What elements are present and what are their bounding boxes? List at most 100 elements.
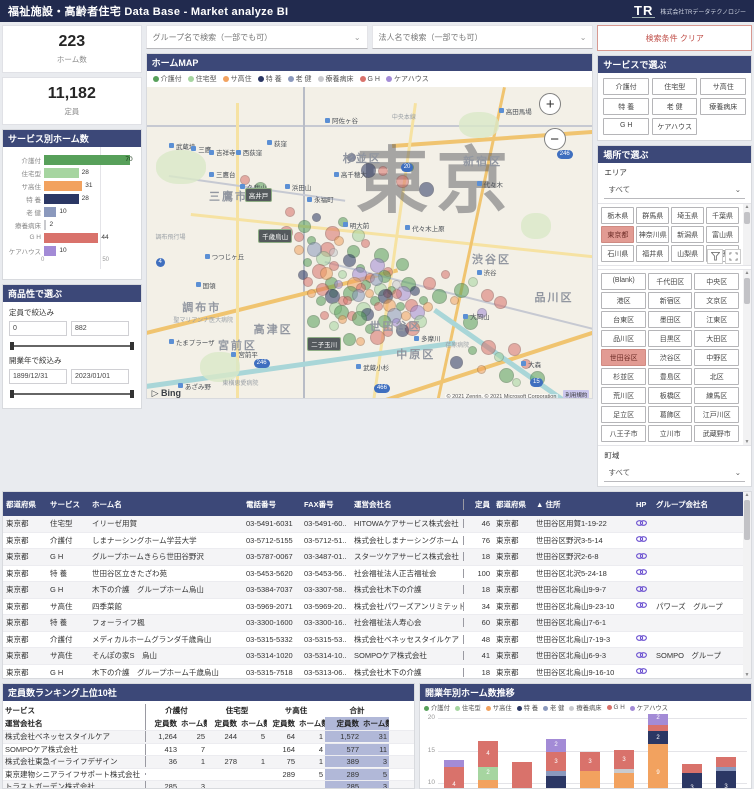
service-filter-button[interactable]: 介護付	[603, 78, 649, 95]
slider-handle-right[interactable]	[130, 390, 134, 398]
table-row[interactable]: 東京都G H木下の介護 グループホーム烏山03-5384-703703-3307…	[3, 582, 751, 599]
scroll-up-icon[interactable]: ▲	[745, 492, 750, 498]
stacked-bar[interactable]: 3	[580, 752, 600, 789]
prefecture-button[interactable]: 千葉県	[706, 207, 739, 224]
area-dropdown[interactable]: すべて ⌄	[604, 181, 745, 199]
website-link-icon[interactable]	[633, 568, 653, 578]
stacked-bar[interactable]: 3	[614, 750, 634, 789]
map-bubble-gh[interactable]	[392, 289, 402, 299]
map-bubble-tokuyo[interactable]	[450, 356, 463, 369]
municipality-button[interactable]: 練馬区	[694, 387, 739, 404]
map-bubble-jutaku[interactable]	[338, 270, 347, 279]
municipality-button[interactable]: 新宿区	[648, 292, 693, 309]
map-bubble-kaigo[interactable]	[298, 220, 311, 233]
map-bubble-sako[interactable]	[356, 337, 365, 346]
map-bubble-jutaku[interactable]	[329, 321, 339, 331]
municipality-button[interactable]: 北区	[694, 368, 739, 385]
service-filter-button[interactable]: 療養病床	[700, 98, 746, 115]
map-bubble-sako[interactable]	[338, 315, 347, 324]
focus-mode-icon[interactable]	[725, 249, 741, 264]
map-bubble-kaigo[interactable]	[352, 311, 367, 326]
map-zoom-out-button[interactable]: −	[544, 128, 566, 150]
map-bubble-gh[interactable]	[508, 343, 521, 356]
table-row[interactable]: 東京都G Hグループホームきらら世田谷野沢03-5787-006703-3487…	[3, 549, 751, 566]
table-header-cell[interactable]: 運営会社名	[351, 499, 463, 510]
opening-max-input[interactable]	[71, 369, 129, 384]
stacked-bar[interactable]: 229	[648, 714, 668, 789]
service-filter-button[interactable]: G H	[603, 118, 649, 135]
service-filter-button[interactable]: 住宅型	[652, 78, 698, 95]
map-bubble-sako[interactable]	[294, 245, 304, 255]
municipality-button[interactable]: 荒川区	[601, 387, 646, 404]
map-bubble-sako[interactable]	[450, 296, 459, 305]
map-bubble-tokuyo[interactable]	[419, 182, 434, 197]
map-bubble-gh[interactable]	[361, 239, 370, 248]
map-bubble-jutaku[interactable]	[468, 277, 478, 287]
municipality-button[interactable]: 豊島区	[648, 368, 693, 385]
website-link-icon[interactable]	[633, 667, 653, 677]
municipality-button[interactable]: 文京区	[694, 292, 739, 309]
municipality-button[interactable]: 台東区	[601, 311, 646, 328]
table-scrollbar[interactable]: ▲▼	[743, 492, 751, 678]
ranking-row[interactable]: トラストガーデン株式会社28532853	[3, 780, 414, 789]
municipality-button[interactable]: 品川区	[601, 330, 646, 347]
map-canvas[interactable]: 東京杉並区新宿区渋谷区世田谷区三鷹市調布市品川区高津区宮前区中原区武蔵境三鷹吉祥…	[147, 87, 593, 399]
map-bubble-gh[interactable]	[481, 340, 496, 355]
website-link-icon[interactable]	[633, 601, 653, 611]
table-row[interactable]: 東京都特 養世田谷区立きたざわ苑03-5453-562003-5453-56..…	[3, 566, 751, 583]
service-filter-button[interactable]: サ高住	[700, 78, 746, 95]
website-link-icon[interactable]	[633, 552, 653, 562]
capacity-max-input[interactable]	[71, 321, 129, 336]
map-bubble-sako[interactable]	[307, 289, 316, 298]
map-bubble-tokuyo[interactable]	[410, 286, 420, 296]
corp-search-combo[interactable]: 法人名で検索（一部でも可） ⌄	[372, 25, 594, 49]
municipality-button[interactable]: 港区	[601, 292, 646, 309]
map-bubble-gh[interactable]	[441, 270, 450, 279]
map-bubble-gh[interactable]	[343, 296, 352, 305]
municipality-button[interactable]: 板橋区	[648, 387, 693, 404]
bar[interactable]	[44, 194, 79, 204]
website-link-icon[interactable]	[633, 535, 653, 545]
website-link-icon[interactable]	[633, 585, 653, 595]
table-header-cell[interactable]: 都道府県	[493, 499, 533, 510]
map-zoom-in-button[interactable]: +	[539, 93, 561, 115]
stacked-bar[interactable]	[512, 762, 532, 789]
website-link-icon[interactable]	[633, 519, 653, 529]
table-row[interactable]: 東京都介護付しまナーシングホーム学芸大学03-5712-515503-5712-…	[3, 533, 751, 550]
bar[interactable]	[44, 168, 79, 178]
municipality-button[interactable]: 杉並区	[601, 368, 646, 385]
ranking-row[interactable]: 東京建物シニアライフサポート株式会社28952895	[3, 768, 414, 781]
map-bubble-jutaku[interactable]	[512, 378, 521, 387]
map-bubble-kaigo[interactable]	[316, 296, 326, 306]
table-header-cell[interactable]: グループ会社名	[653, 499, 741, 510]
prefecture-button[interactable]: 石川県	[601, 245, 634, 262]
slider-handle-right[interactable]	[130, 342, 134, 350]
website-link-icon[interactable]	[633, 651, 653, 661]
service-filter-button[interactable]: 老 健	[652, 98, 698, 115]
clear-search-button[interactable]: 検索条件 クリア	[597, 25, 752, 51]
prefecture-button[interactable]: 福井県	[636, 245, 669, 262]
slider-handle-left[interactable]	[10, 390, 14, 398]
municipality-button[interactable]: 江戸川区	[694, 406, 739, 423]
map-terms-link[interactable]: 利用規約	[563, 390, 589, 399]
slider-handle-left[interactable]	[10, 342, 14, 350]
map-bubble-kaigo[interactable]	[307, 315, 320, 328]
map-bubble-gh[interactable]	[494, 296, 507, 309]
stacked-bar[interactable]: 23	[546, 739, 566, 789]
service-filter-button[interactable]: 特 養	[603, 98, 649, 115]
municipality-button[interactable]: 目黒区	[648, 330, 693, 347]
map-bubble-roken[interactable]	[370, 273, 383, 286]
municipality-button[interactable]: 千代田区	[648, 273, 693, 290]
map-bubble-gh[interactable]	[423, 277, 436, 290]
prefecture-button[interactable]: 栃木県	[601, 207, 634, 224]
map-bubble-gh[interactable]	[481, 289, 494, 302]
map-bubble-kaigo[interactable]	[396, 258, 409, 271]
group-search-combo[interactable]: グループ名で検索（一部でも可） ⌄	[146, 25, 368, 49]
bar[interactable]	[44, 220, 46, 230]
map-bubble-roken[interactable]	[307, 242, 322, 257]
map-bubble-care[interactable]	[334, 280, 343, 289]
service-filter-button[interactable]: ケアハウス	[652, 118, 698, 135]
map-bubble-kaigo[interactable]	[343, 333, 356, 346]
prefecture-button[interactable]: 新潟県	[671, 226, 704, 243]
website-link-icon[interactable]	[633, 634, 653, 644]
